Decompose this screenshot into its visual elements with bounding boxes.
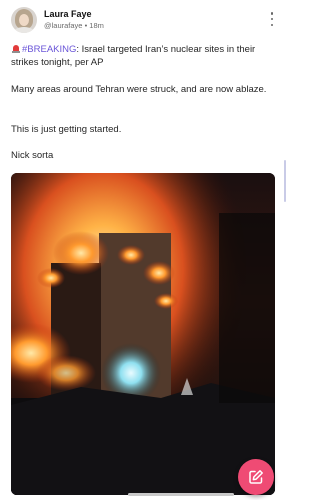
video-progress-bar[interactable] — [128, 493, 234, 496]
post-card: Laura Faye @laurafaye • 18m #BREAKING: I… — [0, 0, 286, 500]
hashtag-link[interactable]: #BREAKING — [22, 44, 76, 55]
author-handle[interactable]: @laurafaye — [44, 21, 82, 30]
avatar[interactable] — [11, 7, 37, 33]
edit-square-icon — [249, 470, 263, 484]
meta-separator: • — [84, 21, 88, 30]
author-display-name[interactable]: Laura Faye — [44, 9, 104, 20]
video-frame-image — [11, 173, 275, 495]
post-paragraph-4: Nick sorta — [11, 150, 54, 161]
post-header: Laura Faye @laurafaye • 18m — [11, 5, 277, 35]
author-info: Laura Faye @laurafaye • 18m — [44, 9, 104, 31]
post-paragraph-1: #BREAKING: Israel targeted Iran’s nuclea… — [11, 44, 277, 69]
author-meta: @laurafaye • 18m — [44, 21, 104, 31]
scrollbar-thumb[interactable] — [284, 160, 286, 202]
compose-button[interactable] — [238, 459, 274, 495]
more-options-button[interactable] — [268, 12, 276, 26]
more-vertical-icon — [270, 12, 274, 15]
post-paragraph-3: This is just getting started. — [11, 124, 122, 135]
post-video[interactable] — [11, 173, 275, 495]
post-paragraph-2: Many areas around Tehran were struck, an… — [11, 84, 267, 95]
siren-icon — [11, 44, 20, 53]
post-timestamp: 18m — [89, 21, 104, 30]
